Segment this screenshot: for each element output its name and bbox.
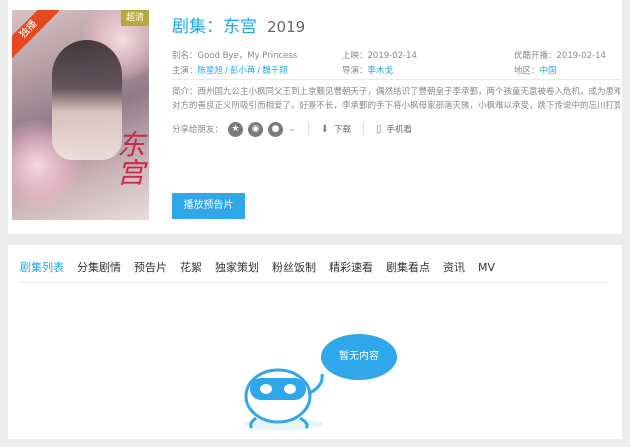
cast-link[interactable]: 魏千翔 [262, 66, 288, 76]
tab-trailer[interactable]: 预告片 [134, 258, 167, 280]
cast-separator: / [225, 66, 228, 76]
alias-label: 别名： [172, 51, 198, 61]
synopsis-line: 对方的善良正义所吸引而相爱了。好景不长，李承鄞的手下将小枫母家部落灭族，小枫难以… [172, 101, 620, 111]
release-field: 上映：2019-02-14 [342, 50, 417, 62]
region-field: 地区：中国 [514, 65, 557, 77]
region-label: 地区： [514, 66, 540, 76]
empty-state-message: 暂无内容 [321, 334, 397, 380]
chevron-down-icon[interactable]: ⌄ [288, 124, 296, 134]
weibo-share-icon[interactable]: ◉ [248, 121, 264, 137]
tab-mv[interactable]: MV [478, 258, 495, 280]
cast-link[interactable]: 彭小苒 [230, 66, 256, 76]
director-field: 导演：李木戈 [342, 65, 393, 77]
cast-link[interactable]: 陈星旭 [198, 66, 224, 76]
share-divider [362, 123, 364, 135]
share-row: 分享给朋友： ★ ◉ ● ⌄ ⬇ 下载 ▯ 手机看 [172, 120, 412, 138]
alias-field: 别名：Good Bye，My Princess [172, 50, 297, 62]
download-button[interactable]: ⬇ 下载 [320, 123, 351, 136]
vip-release-field: 优酷开播：2019-02-14 [514, 50, 606, 62]
tab-behind-scenes[interactable]: 花絮 [180, 258, 202, 280]
phone-icon: ▯ [375, 123, 382, 135]
poster-calligraphy: 东宫 [113, 130, 146, 186]
tab-fan-made[interactable]: 粉丝饭制 [272, 258, 316, 280]
share-divider [307, 123, 309, 135]
vip-release-value: 2019-02-14 [556, 51, 606, 61]
hd-badge: 超清 [121, 10, 149, 26]
tab-highlights[interactable]: 精彩速看 [329, 258, 373, 280]
tab-episode-list[interactable]: 剧集列表 [20, 258, 64, 280]
empty-mascot-icon [243, 368, 324, 430]
tab-episode-plot[interactable]: 分集剧情 [77, 258, 121, 280]
synopsis: 简介：西州国九公主小枫同父王到上京觐见豐朝天子，偶然结识了豐朝皇子李承鄞，两个孩… [172, 85, 620, 113]
title-row: 剧集：东宫 2019 [172, 12, 306, 37]
qzone-share-icon[interactable]: ★ [228, 121, 244, 137]
vip-release-label: 优酷开播： [514, 51, 557, 61]
release-label: 上映： [342, 51, 368, 61]
cast-label: 主演： [172, 66, 198, 76]
share-label: 分享给朋友： [172, 125, 224, 135]
director-label: 导演： [342, 66, 368, 76]
cast-field: 主演：陈星旭 / 彭小苒 / 魏千翔 [172, 65, 288, 77]
alias-value: Good Bye，My Princess [197, 51, 298, 61]
tab-exclusive[interactable]: 独家策划 [215, 258, 259, 280]
synopsis-line: 简介：西州国九公主小枫同父王到上京觐见豐朝天子，偶然结识了豐朝皇子李承鄞，两个孩… [172, 87, 620, 97]
qq-share-icon[interactable]: ● [268, 121, 284, 137]
region-link[interactable]: 中国 [540, 66, 557, 76]
director-link[interactable]: 李木戈 [368, 66, 394, 76]
episode-tabs: 剧集列表 分集剧情 预告片 花絮 独家策划 粉丝饭制 精彩速看 剧集看点 资讯 … [20, 258, 508, 280]
info-divider [172, 79, 620, 80]
mobile-watch-label: 手机看 [386, 125, 412, 135]
download-label: 下载 [333, 125, 351, 135]
cast-separator: / [257, 66, 261, 76]
exclusive-badge: 独播 [12, 10, 60, 61]
release-year: 2019 [267, 18, 306, 36]
tab-talking-points[interactable]: 剧集看点 [386, 258, 430, 280]
tabs-divider [20, 282, 608, 283]
release-value: 2019-02-14 [367, 51, 417, 61]
poster-image[interactable]: 东宫 独播 超清 [12, 10, 149, 220]
mobile-watch-button[interactable]: ▯ 手机看 [375, 123, 412, 136]
play-trailer-button[interactable]: 播放预告片 [172, 193, 245, 219]
download-icon: ⬇ [320, 123, 329, 135]
page-title: 剧集：东宫 [172, 17, 257, 37]
tab-news[interactable]: 资讯 [443, 258, 465, 280]
